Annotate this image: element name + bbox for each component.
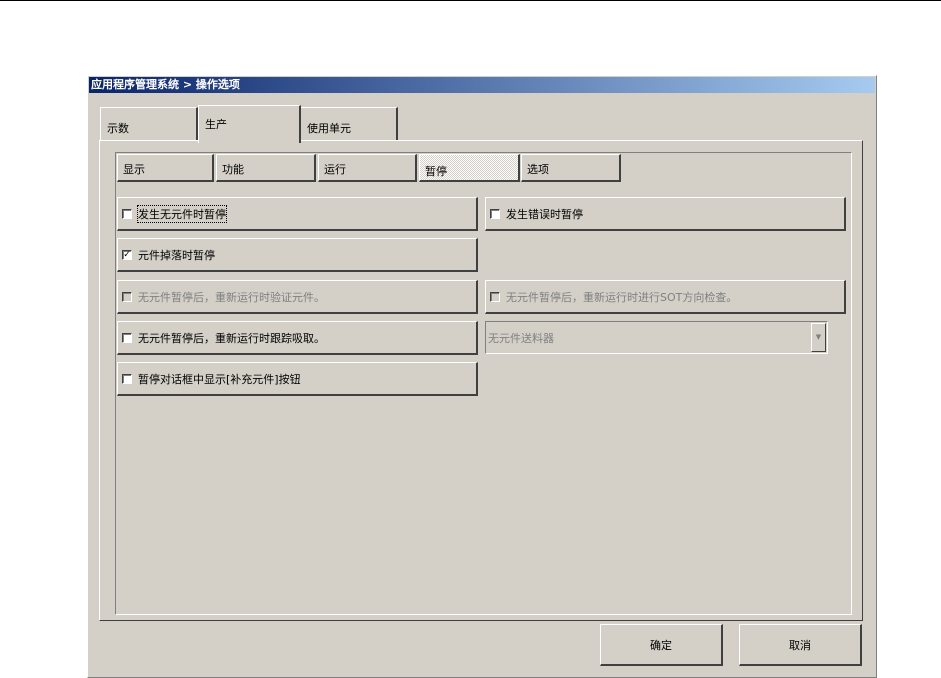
feeder-select[interactable]: 无元件送料器 ▼ — [485, 321, 828, 354]
sot-check-checkbox[interactable]: 无元件暂停后，重新运行时进行SOT方向检查。 — [485, 280, 846, 314]
tab-display[interactable]: 显示 — [117, 154, 214, 182]
track-pick-checkbox[interactable]: 无元件暂停后，重新运行时跟踪吸取。 — [117, 321, 478, 355]
title-bar: 应用程序管理系统 > 操作选项 — [89, 77, 875, 93]
pause-no-part-checkbox[interactable]: 发生无元件时暂停 — [117, 197, 478, 231]
checkbox-box[interactable] — [490, 291, 500, 302]
tab-label: 选项 — [527, 163, 549, 176]
option-label: 无元件暂停后，重新运行时验证元件。 — [138, 290, 325, 304]
option-label: 暂停对话框中显示[补充元件]按钮 — [138, 372, 301, 386]
checkbox-box[interactable] — [122, 208, 132, 219]
checkbox-box[interactable] — [122, 373, 132, 384]
checkbox-box[interactable] — [122, 291, 132, 302]
top-divider — [0, 0, 941, 1]
option-label: 发生错误时暂停 — [506, 207, 583, 221]
tab-production[interactable]: 生产 — [198, 105, 301, 143]
pause-part-drop-checkbox[interactable]: ✓ 元件掉落时暂停 — [117, 238, 478, 272]
tab-run[interactable]: 运行 — [318, 154, 417, 182]
tab-label: 生产 — [205, 118, 227, 131]
tab-options[interactable]: 选项 — [521, 154, 621, 182]
verify-part-checkbox[interactable]: 无元件暂停后，重新运行时验证元件。 — [117, 280, 478, 314]
feeder-select-value: 无元件送料器 — [488, 332, 554, 345]
tab-pause[interactable]: 暂停 — [419, 154, 520, 182]
tab-teach[interactable]: 示数 — [100, 107, 198, 141]
option-label: 无元件暂停后，重新运行时进行SOT方向检查。 — [506, 290, 738, 304]
option-label: 元件掉落时暂停 — [138, 248, 215, 262]
show-refill-checkbox[interactable]: 暂停对话框中显示[补充元件]按钮 — [117, 362, 478, 396]
chevron-down-icon[interactable]: ▼ — [811, 323, 826, 352]
tab-function[interactable]: 功能 — [216, 154, 316, 182]
checkbox-box[interactable] — [122, 332, 132, 343]
tab-label: 使用单元 — [307, 122, 351, 135]
tab-label: 显示 — [123, 163, 145, 176]
tab-label: 暂停 — [425, 165, 447, 178]
checkbox-box[interactable] — [490, 208, 500, 219]
option-label: 发生无元件时暂停 — [137, 204, 227, 223]
check-icon[interactable]: ✓ — [122, 249, 132, 260]
tab-label: 运行 — [324, 163, 346, 176]
tab-label: 功能 — [222, 163, 244, 176]
cancel-button[interactable]: 取消 — [739, 624, 862, 666]
option-label: 无元件暂停后，重新运行时跟踪吸取。 — [138, 331, 325, 345]
pause-on-error-checkbox[interactable]: 发生错误时暂停 — [485, 197, 846, 231]
ok-button[interactable]: 确定 — [600, 624, 723, 666]
tab-units[interactable]: 使用单元 — [300, 107, 398, 141]
tab-label: 示数 — [107, 122, 129, 135]
